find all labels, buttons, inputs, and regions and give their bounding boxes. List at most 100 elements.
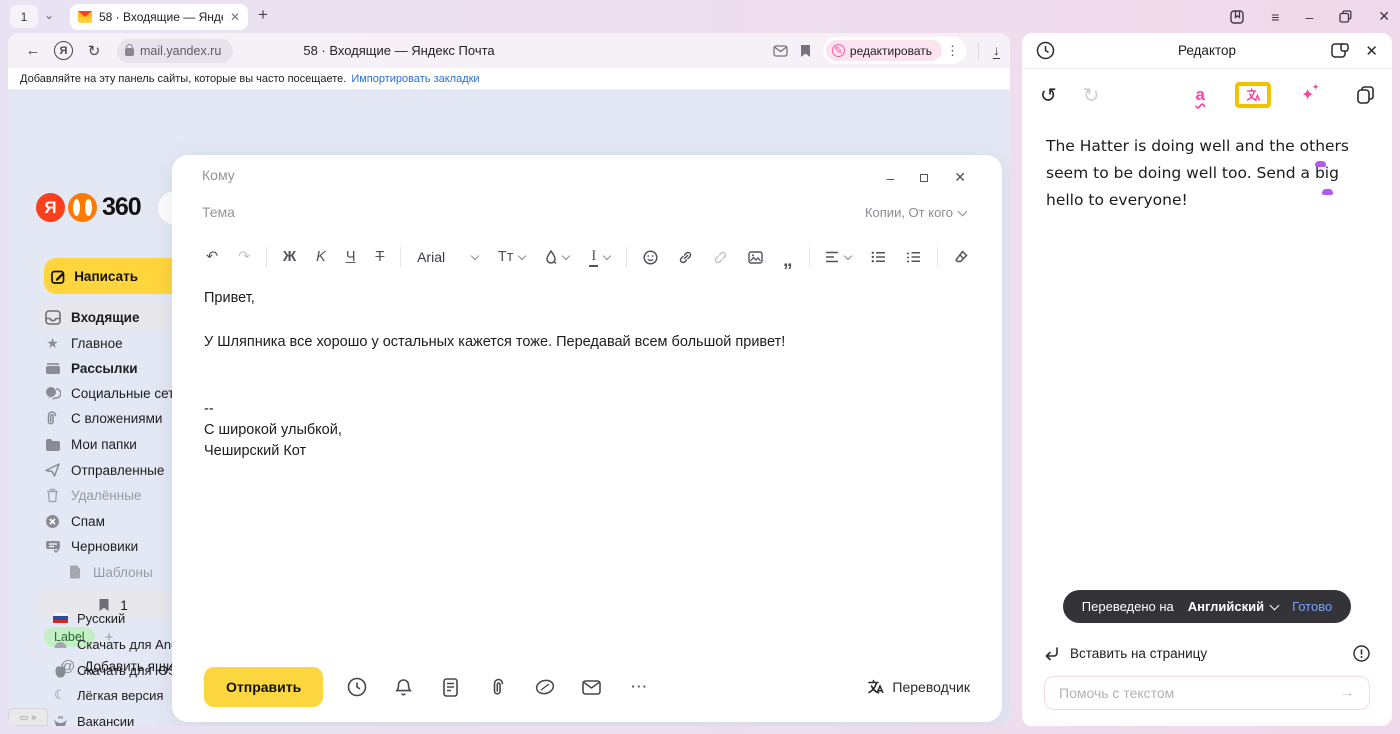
underline-button[interactable]: Ч bbox=[336, 249, 366, 265]
url-text: mail.yandex.ru bbox=[140, 44, 221, 58]
insert-image-button[interactable] bbox=[738, 251, 773, 264]
yandex-button[interactable]: Я bbox=[54, 41, 73, 60]
link-button[interactable] bbox=[668, 250, 703, 265]
moon-icon: ☾ bbox=[52, 687, 68, 703]
mail-notify-icon[interactable] bbox=[773, 45, 788, 57]
insert-to-page-button[interactable]: Вставить на страницу bbox=[1044, 645, 1370, 662]
sidebar-item-social[interactable]: Социальные сети bbox=[44, 381, 182, 405]
sidebar-item-trash[interactable]: Удалённые bbox=[44, 483, 141, 507]
ai-prompt-input[interactable] bbox=[1059, 685, 1339, 701]
new-tab-button[interactable]: + bbox=[258, 5, 268, 25]
ai-sparkle-icon[interactable]: ✦✦ bbox=[1301, 85, 1314, 105]
window-restore-icon[interactable] bbox=[1339, 10, 1352, 23]
download-ios-link[interactable]: Скачать для iOS bbox=[52, 659, 177, 681]
tab-close-icon[interactable]: ✕ bbox=[230, 10, 240, 24]
sidebar-item-sent[interactable]: Отправленные bbox=[44, 458, 164, 482]
translated-text[interactable]: The Hatter is doing well and the others … bbox=[1022, 121, 1392, 214]
menu-icon[interactable]: ≡ bbox=[1271, 9, 1279, 25]
quote-button[interactable]: „ bbox=[773, 249, 803, 265]
translate-icon-highlighted[interactable] bbox=[1235, 82, 1271, 108]
bullet-list-button[interactable] bbox=[861, 251, 896, 263]
numbered-list-button[interactable] bbox=[896, 251, 931, 263]
strikethrough-button[interactable]: T bbox=[366, 249, 395, 265]
sidebar-item-main[interactable]: ★ Главное bbox=[44, 331, 123, 355]
template-icon[interactable] bbox=[427, 678, 474, 697]
bold-button[interactable]: Ж bbox=[273, 249, 306, 265]
redo-icon[interactable]: ↷ bbox=[228, 249, 260, 265]
logo-ya-circle: Я bbox=[36, 193, 65, 222]
yandex360-logo[interactable]: Я 360 bbox=[36, 193, 141, 222]
sidebar-item-spam[interactable]: Спам bbox=[44, 509, 105, 533]
compose-minimize-icon[interactable]: – bbox=[886, 170, 894, 186]
light-version-link[interactable]: ☾ Лёгкая версия bbox=[52, 684, 163, 706]
unlink-button[interactable] bbox=[703, 250, 738, 265]
italic-button[interactable]: K bbox=[306, 249, 336, 265]
mail-page: Я 360 Поиск Почта Диск Документы 17 Ка bbox=[8, 90, 1010, 726]
browser-tab[interactable]: 58 · Входящие — Яндек ✕ bbox=[70, 4, 248, 30]
import-bookmarks-link[interactable]: Импортировать закладки bbox=[351, 73, 479, 85]
font-family-select[interactable]: Arial bbox=[407, 249, 488, 265]
submit-arrow-icon[interactable]: → bbox=[1339, 684, 1355, 702]
done-button[interactable]: Готово bbox=[1292, 599, 1332, 614]
cc-from-toggle[interactable]: Копии, От кого bbox=[865, 205, 966, 220]
envelope-icon[interactable] bbox=[568, 680, 615, 695]
language-select[interactable]: Английский bbox=[1188, 599, 1278, 614]
panel-close-icon[interactable]: ✕ bbox=[1365, 42, 1378, 60]
signature-pen-icon[interactable] bbox=[521, 679, 568, 695]
folder-icon bbox=[45, 438, 61, 451]
edit-mode-button[interactable]: ✎ редактировать bbox=[826, 40, 942, 61]
fill-color-select[interactable] bbox=[535, 250, 579, 264]
chevron-down-icon bbox=[471, 252, 479, 260]
undo-icon[interactable]: ↶ bbox=[196, 249, 228, 265]
send-button[interactable]: Отправить bbox=[204, 667, 323, 707]
ai-prompt-field[interactable]: → bbox=[1044, 676, 1370, 710]
sidebar-item-newsletters[interactable]: Рассылки bbox=[44, 356, 138, 380]
clear-format-button[interactable] bbox=[944, 250, 978, 264]
tab-list-chevron-icon[interactable]: ⌄ bbox=[44, 8, 54, 22]
info-icon[interactable] bbox=[1353, 645, 1370, 662]
compose-expand-icon[interactable] bbox=[920, 174, 928, 182]
tab-counter[interactable]: 1 bbox=[10, 5, 38, 28]
sidebar-item-drafts[interactable]: Черновики bbox=[44, 534, 138, 558]
emoji-button[interactable] bbox=[633, 250, 668, 265]
edit-more-icon[interactable]: ⋮ bbox=[946, 43, 963, 59]
url-field[interactable]: mail.yandex.ru bbox=[117, 39, 233, 63]
translator-button[interactable]: Переводчик bbox=[866, 678, 970, 696]
insert-arrow-icon bbox=[1044, 647, 1060, 661]
subject-field[interactable]: Тема bbox=[202, 204, 235, 220]
editor-panel: Редактор ✕ ↺ ↻ a ✦✦ The Hatter is doing … bbox=[1022, 33, 1392, 726]
notify-bell-icon[interactable] bbox=[380, 678, 427, 697]
copy-icon[interactable] bbox=[1357, 86, 1374, 104]
schedule-send-icon[interactable] bbox=[333, 677, 380, 697]
spellcheck-icon[interactable]: a bbox=[1196, 85, 1205, 105]
chevron-down-icon bbox=[1270, 600, 1280, 610]
message-body[interactable]: Привет, У Шляпника все хорошо у остальны… bbox=[204, 288, 962, 462]
vacancies-link[interactable]: Вакансии bbox=[52, 710, 134, 726]
editor-redo-icon[interactable]: ↻ bbox=[1083, 83, 1100, 108]
font-size-select[interactable]: Tт bbox=[488, 249, 536, 265]
window-minimize-icon[interactable]: – bbox=[1305, 9, 1313, 25]
refresh-icon[interactable]: ↻ bbox=[79, 42, 109, 60]
spam-icon bbox=[45, 514, 60, 529]
sidebar-item-inbox[interactable]: Входящие bbox=[44, 305, 139, 329]
language-switch[interactable]: Русский bbox=[52, 607, 125, 629]
editor-undo-icon[interactable]: ↺ bbox=[1040, 83, 1057, 108]
download-icon[interactable]: ↓ bbox=[993, 43, 1000, 59]
window-close-icon[interactable]: ✕ bbox=[1378, 8, 1390, 25]
more-options-icon[interactable]: ⋯ bbox=[615, 677, 662, 697]
align-select[interactable] bbox=[815, 251, 861, 263]
compose-close-icon[interactable]: ✕ bbox=[954, 169, 966, 186]
back-icon[interactable]: ← bbox=[18, 42, 48, 59]
open-in-window-icon[interactable] bbox=[1331, 43, 1349, 59]
panel-bookmark-icon[interactable] bbox=[1229, 9, 1245, 25]
to-field[interactable]: Кому bbox=[202, 167, 235, 183]
text-color-select[interactable]: I bbox=[579, 248, 620, 267]
attach-file-icon[interactable] bbox=[474, 678, 521, 697]
body-line: -- bbox=[204, 399, 962, 420]
sidebar-item-templates[interactable]: Шаблоны bbox=[66, 560, 153, 584]
folder-label: Главное bbox=[71, 336, 123, 351]
bookmark-icon[interactable] bbox=[800, 44, 811, 58]
sidebar-item-attachments[interactable]: С вложениями bbox=[44, 406, 162, 430]
collapsed-widget[interactable]: ▭» bbox=[8, 708, 48, 726]
sidebar-item-my-folders[interactable]: Мои папки bbox=[44, 432, 137, 456]
